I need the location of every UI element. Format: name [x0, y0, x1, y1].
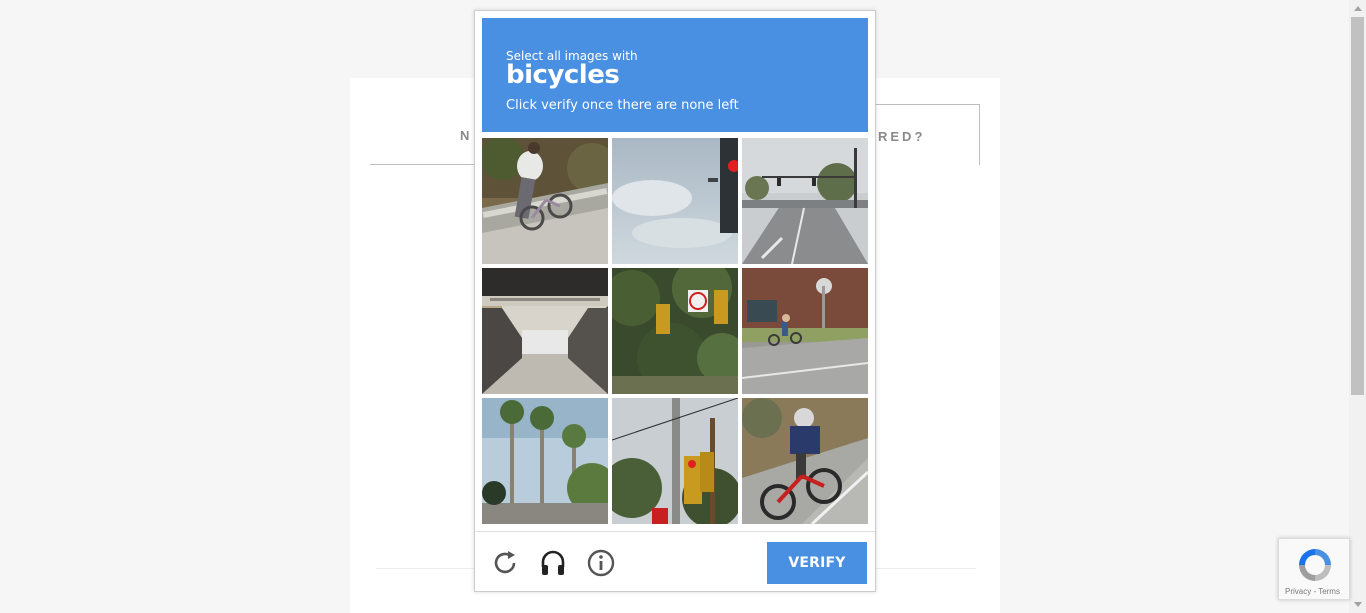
scroll-up-arrow[interactable]	[1349, 0, 1366, 17]
recaptcha-badge[interactable]: Privacy - Terms	[1278, 538, 1350, 600]
captcha-tile-5[interactable]	[612, 268, 738, 394]
captcha-tile-2[interactable]	[612, 138, 738, 264]
background-tab-right-label: RED?	[878, 129, 926, 144]
scroll-thumb[interactable]	[1351, 17, 1364, 395]
info-icon[interactable]	[587, 549, 615, 577]
headphones-icon[interactable]	[539, 549, 567, 577]
scroll-down-arrow[interactable]	[1349, 596, 1366, 613]
instruction-subtext: Click verify once there are none left	[506, 98, 739, 113]
page-scrollbar[interactable]	[1349, 0, 1366, 613]
captcha-tile-8[interactable]	[612, 398, 738, 524]
captcha-footer: VERIFY	[475, 531, 875, 591]
verify-button[interactable]: VERIFY	[767, 542, 867, 584]
captcha-tile-4[interactable]	[482, 268, 608, 394]
captcha-tile-7[interactable]	[482, 398, 608, 524]
privacy-terms-links[interactable]: Privacy - Terms	[1285, 587, 1340, 596]
captcha-instructions: Select all images with bicycles Click ve…	[482, 18, 868, 132]
captcha-challenge-dialog: Select all images with bicycles Click ve…	[474, 10, 876, 592]
captcha-tile-9[interactable]	[742, 398, 868, 524]
recaptcha-logo-icon	[1295, 545, 1335, 585]
background-tab-left-label: N	[460, 128, 473, 143]
captcha-tile-6[interactable]	[742, 268, 868, 394]
captcha-tile-3[interactable]	[742, 138, 868, 264]
reload-icon[interactable]	[492, 549, 520, 577]
captcha-tile-1[interactable]	[482, 138, 608, 264]
target-object-text: bicycles	[506, 60, 620, 90]
background-tab-right[interactable]: RED?	[868, 104, 980, 165]
background-tab-left[interactable]: N	[370, 104, 480, 165]
